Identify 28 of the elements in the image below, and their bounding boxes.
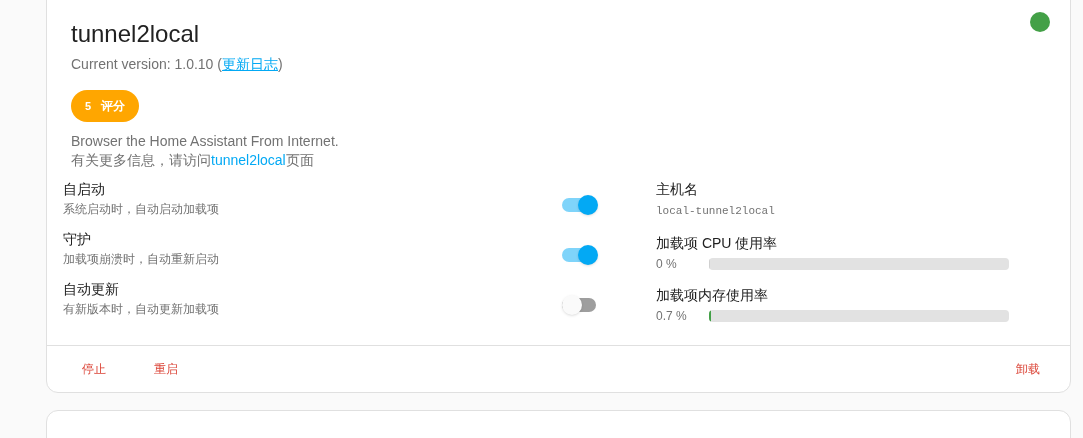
option-title: 自启动 — [63, 180, 106, 199]
metric-label: 加载项 CPU 使用率 — [656, 234, 779, 253]
hostname-label: 主机名 — [656, 180, 699, 199]
more-info-suffix: 页面 — [285, 152, 314, 168]
rating-value: 5 — [85, 98, 92, 114]
uninstall-button[interactable]: 卸载 — [1002, 354, 1054, 384]
changelog-link[interactable]: 更新日志 — [221, 56, 278, 72]
metric-label: 加载项内存使用率 — [656, 286, 769, 305]
addon-title: tunnel2local — [71, 19, 201, 49]
version-suffix: ) — [277, 56, 283, 72]
metric-reading: 0.7 % — [656, 308, 688, 325]
option-description: 系统启动时，自动启动加载项 — [63, 201, 219, 218]
toggle-switch[interactable] — [562, 195, 598, 215]
toggle-switch[interactable] — [562, 295, 598, 315]
metric-reading: 0 % — [656, 256, 678, 273]
more-info-text: 有关更多信息，请访问 — [71, 152, 211, 168]
action-button[interactable]: 重启 — [135, 354, 197, 384]
option-description: 有新版本时，自动更新加载项 — [63, 301, 219, 318]
rating-label: 评分 — [101, 98, 126, 115]
addon-page-link[interactable]: tunnel2local — [211, 152, 286, 168]
hostname-value: local-tunnel2local — [656, 204, 776, 219]
addon-description: Browser the Home Assistant From Internet. — [71, 132, 340, 151]
option-title: 守护 — [63, 230, 92, 249]
option-description: 加载项崩溃时，自动重新启动 — [63, 251, 219, 268]
toggle-switch[interactable] — [562, 245, 598, 265]
action-button[interactable]: 停止 — [63, 354, 125, 384]
option-title: 自动更新 — [63, 280, 120, 299]
version-label: Current version: 1.0.10 ( — [71, 56, 222, 72]
